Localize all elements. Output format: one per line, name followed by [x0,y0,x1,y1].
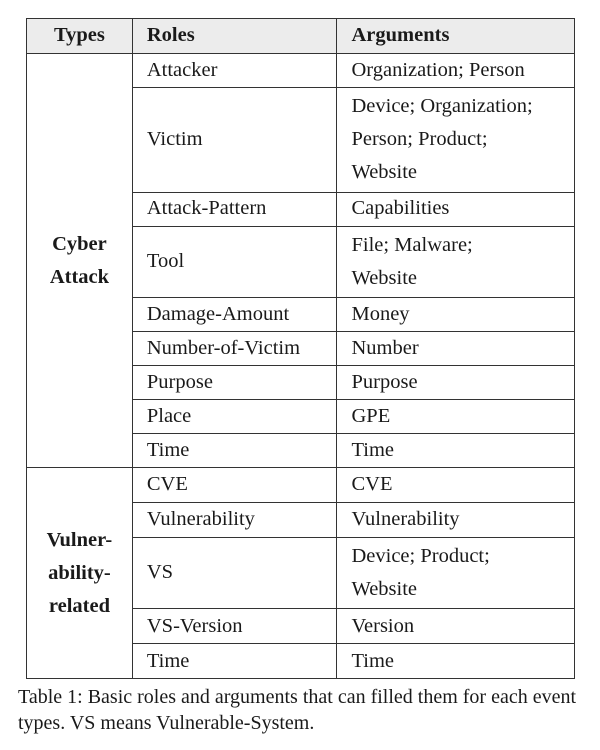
roles-arguments-table: Types Roles Arguments Cyber Attack Attacke… [26,18,575,680]
argument-cell: Number [336,331,575,367]
role-cell: Number-of-Victim [131,331,338,367]
type-cell: Vulner-ability-related [26,467,133,680]
role-cell: Time [131,643,338,680]
argument-line: Number [351,336,419,359]
role-cell: Victim [131,87,338,193]
argument-line: Vulnerability [351,508,460,531]
argument-line: Website [351,578,418,601]
table-row: Vulner-ability-related CVE CVE [26,467,575,680]
table-header-row: Types Roles Arguments [26,18,575,54]
argument-line: GPE [351,404,391,427]
header-roles: Roles [131,18,338,54]
role-cell: Time [131,433,338,469]
table-row: Cyber Attack Attacker Organization; Person [26,52,575,469]
argument-line: Capabilities [351,197,450,220]
type-cell: Cyber Attack [26,52,133,469]
argument-cell: Purpose [336,365,575,401]
role-cell: VS-Version [131,608,338,645]
role-cell: Vulnerability [131,502,338,539]
argument-line: File; Malware; [351,233,473,256]
role-cell: Attack-Pattern [131,191,338,227]
role-cell: Damage-Amount [131,297,338,333]
type-label-line: related [48,594,110,617]
argument-line: Person; Product; [351,128,488,151]
argument-line: Device; Organization; [351,95,533,117]
role-cell: Purpose [131,365,338,401]
type-label-line: Attack [49,265,110,288]
header-arguments: Arguments [336,18,575,54]
table-caption: Table 1: Basic roles and arguments that … [18,686,577,734]
argument-cell: Version [336,608,575,645]
role-cell: VS [131,537,338,610]
header-types: Types [26,18,133,54]
argument-line: Organization; Person [351,58,525,81]
argument-cell: File; Malware; Website [336,225,575,299]
argument-line: CVE [351,473,393,496]
argument-line: Purpose [351,370,418,393]
role-cell: Place [131,399,338,435]
argument-cell: CVE [336,467,575,504]
argument-line: Time [351,649,395,672]
argument-cell: Money [336,297,575,333]
type-label-line: Cyber [52,232,107,255]
argument-cell: GPE [336,399,575,435]
argument-cell: Capabilities [336,191,575,227]
table-body: Cyber Attack Attacker Organization; Person V… [26,52,575,680]
argument-cell: Vulnerability [336,502,575,539]
argument-line: Time [351,438,395,461]
role-cell: Attacker [131,53,338,88]
argument-cell: Device; Product; Website [336,537,575,610]
argument-line: Device; Product; [351,545,490,568]
role-cell: CVE [131,467,338,504]
type-label-line: ability- [48,561,111,584]
argument-line: Website [351,266,418,289]
argument-cell: Time [336,433,575,469]
argument-cell: Organization; Person [336,53,575,88]
argument-line: Money [351,302,410,325]
role-cell: Tool [131,225,338,299]
argument-cell: Device; Organization; Person; Product; Web… [336,87,575,193]
type-label-line: Vulner- [46,529,113,552]
argument-line: Website [351,161,418,184]
argument-cell: Time [336,643,575,680]
argument-line: Version [351,614,415,637]
